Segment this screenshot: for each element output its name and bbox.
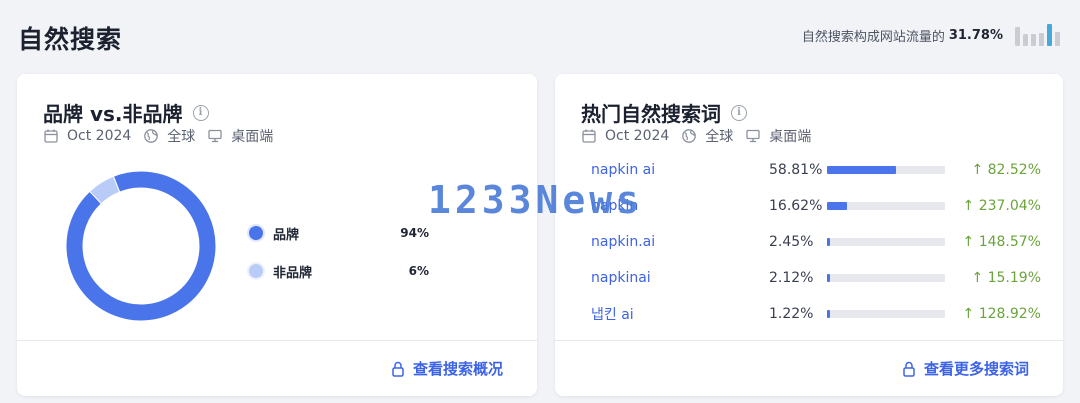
info-icon[interactable]: i (731, 104, 747, 121)
legend-label: 品牌 (273, 227, 300, 243)
page-title: 自然搜索 (18, 25, 123, 54)
view-more-keywords-link[interactable]: 查看更多搜索词 (902, 358, 1029, 379)
keyword-link[interactable]: 냅킨 ai (591, 304, 769, 324)
meta-date: Oct 2024 (67, 128, 132, 144)
calendar-icon (582, 129, 596, 143)
keyword-share-bar (827, 238, 945, 246)
keyword-share-bar (827, 274, 945, 282)
calendar-icon (44, 129, 58, 143)
globe-icon (682, 129, 697, 143)
mini-bar (1023, 33, 1028, 46)
brand-vs-nonbrand-card: 品牌 vs.非品牌 i Oct 2024 全球 桌面端 品牌 94% 非品牌 6… (17, 74, 537, 396)
keyword-change: ↑ 82.52% (971, 162, 1041, 178)
keyword-share-bar-fill (827, 310, 830, 318)
legend: 品牌 94% 非品牌 6% (249, 214, 429, 290)
keyword-share-bar (827, 166, 945, 174)
meta-region: 全球 (167, 129, 196, 145)
mini-bar-chart-icon (1015, 24, 1060, 46)
lock-icon (392, 361, 404, 377)
divider (17, 340, 537, 341)
top-organic-keywords-card: 热门自然搜索词 i Oct 2024 全球 桌面端 napkin ai 58.81… (555, 74, 1063, 396)
globe-icon (144, 129, 159, 143)
keyword-share: 2.45% (769, 234, 814, 250)
keyword-share: 1.22% (769, 306, 814, 322)
card-title: 品牌 vs.非品牌 i (43, 98, 209, 127)
legend-value: 6% (408, 264, 429, 278)
keyword-row: napkin ai 58.81% ↑ 82.52% (591, 152, 1051, 188)
keyword-change: ↑ 237.04% (962, 198, 1041, 214)
keyword-change: ↑ 148.57% (962, 234, 1041, 250)
mini-bar (1039, 32, 1044, 46)
keyword-row: napkin.ai 2.45% ↑ 148.57% (591, 224, 1051, 260)
keyword-share-bar-fill (827, 166, 897, 174)
card-title: 热门自然搜索词 i (581, 98, 747, 127)
meta-device: 桌面端 (769, 129, 812, 145)
meta-row: Oct 2024 全球 桌面端 (581, 126, 823, 146)
desktop-icon (208, 129, 222, 143)
footer-link-label: 查看搜索概况 (412, 360, 503, 378)
lock-icon (903, 361, 915, 377)
keyword-share-bar-fill (827, 238, 830, 246)
legend-dot-brand (249, 226, 263, 240)
mini-bar (1047, 24, 1052, 46)
keyword-share: 16.62% (769, 198, 823, 214)
desktop-icon (746, 129, 760, 143)
keyword-row: 냅킨 ai 1.22% ↑ 128.92% (591, 296, 1051, 332)
legend-item-brand[interactable]: 品牌 94% (249, 214, 429, 252)
card-title-text: 品牌 vs.非品牌 (43, 102, 183, 126)
meta-region: 全球 (705, 129, 734, 145)
keyword-change: ↑ 15.19% (971, 270, 1041, 286)
meta-date: Oct 2024 (605, 128, 670, 144)
traffic-summary-label: 自然搜索构成网站流量的 (801, 29, 945, 45)
view-search-overview-link[interactable]: 查看搜索概况 (391, 358, 503, 379)
keyword-row: napkin 16.62% ↑ 237.04% (591, 188, 1051, 224)
info-icon[interactable]: i (192, 104, 209, 121)
keyword-row: napkinai 2.12% ↑ 15.19% (591, 260, 1051, 296)
keyword-share: 2.12% (769, 270, 814, 286)
footer-link-label: 查看更多搜索词 (923, 360, 1029, 378)
keyword-list: napkin ai 58.81% ↑ 82.52% napkin 16.62% ↑ 237… (591, 152, 1051, 332)
mini-bar (1031, 33, 1036, 46)
legend-dot-nonbrand (249, 264, 263, 278)
keyword-link[interactable]: napkin.ai (591, 234, 769, 250)
keyword-link[interactable]: napkin ai (591, 162, 769, 178)
card-title-text: 热门自然搜索词 (581, 102, 721, 126)
meta-row: Oct 2024 全球 桌面端 (43, 126, 285, 146)
traffic-summary: 自然搜索构成网站流量的 31.78% (802, 24, 1060, 46)
mini-bar (1055, 31, 1060, 46)
mini-bar (1015, 27, 1020, 46)
keyword-change: ↑ 128.92% (962, 306, 1041, 322)
brand-donut-chart (65, 170, 217, 322)
legend-value: 94% (400, 226, 429, 240)
legend-item-nonbrand[interactable]: 非品牌 6% (249, 252, 429, 290)
donut-slice-brand[interactable] (65, 170, 217, 322)
meta-device: 桌面端 (231, 129, 274, 145)
keyword-share-bar (827, 310, 945, 318)
keyword-share-bar (827, 202, 945, 210)
keyword-share-bar-fill (827, 202, 847, 210)
traffic-summary-percent: 31.78% (948, 27, 1003, 43)
watermark: 1233News (428, 178, 644, 222)
keyword-share: 58.81% (769, 162, 823, 178)
divider (555, 340, 1063, 341)
keyword-share-bar-fill (827, 274, 830, 282)
legend-label: 非品牌 (273, 265, 313, 281)
keyword-link[interactable]: napkinai (591, 270, 769, 286)
